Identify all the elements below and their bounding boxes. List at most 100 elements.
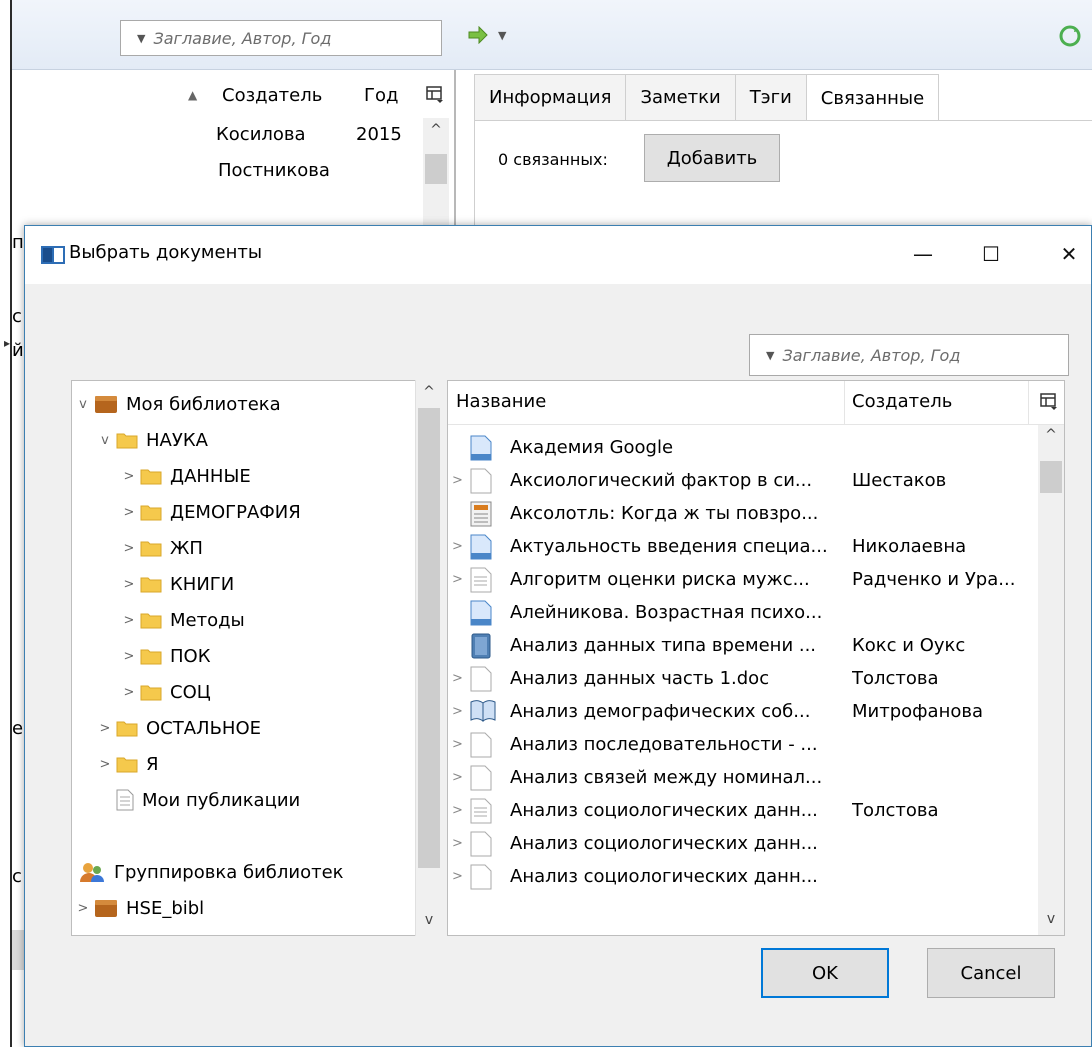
expand-toggle-icon[interactable]: > [452, 737, 464, 752]
expand-toggle-icon[interactable]: > [452, 803, 464, 818]
item-title: Анализ социологических данн... [510, 800, 818, 821]
add-related-button[interactable]: Добавить [644, 134, 780, 182]
document-icon [470, 765, 492, 791]
item-row[interactable]: > Анализ социологических данн... [448, 860, 1038, 893]
scroll-up-icon[interactable]: ^ [1038, 427, 1064, 443]
navigation-dropdown-icon[interactable]: ▼ [498, 29, 506, 42]
document-icon [470, 864, 492, 890]
dialog-search-placeholder: Заглавие, Автор, Год [782, 345, 961, 365]
expand-toggle-icon[interactable]: > [452, 836, 464, 851]
ok-button[interactable]: OK [761, 948, 889, 998]
folder-icon [140, 469, 162, 485]
pane-splitter[interactable] [454, 70, 456, 230]
tab-tags[interactable]: Тэги [734, 74, 807, 120]
main-items-scrollbar[interactable]: ^ [423, 118, 449, 228]
tree-item-label: HSE_bibl [126, 897, 205, 919]
column-header-year[interactable]: Год [364, 70, 398, 120]
scrollbar-thumb[interactable] [418, 408, 440, 868]
folder-icon [116, 433, 138, 449]
dialog-titlebar[interactable]: Выбрать документы — ☐ ✕ [25, 226, 1091, 284]
dialog-search-input[interactable]: ▼ Заглавие, Автор, Год [749, 334, 1069, 376]
expand-toggle-icon[interactable]: > [452, 473, 464, 488]
item-row[interactable]: > Аксиологический фактор в си... Шестако… [448, 464, 1038, 497]
tree-item-my-library[interactable]: v Моя библиотека [76, 389, 281, 419]
truncated-text-fragment: е [12, 718, 24, 739]
expand-toggle-icon[interactable]: > [122, 685, 136, 700]
scroll-up-icon[interactable]: ^ [423, 122, 449, 138]
tree-item-ya[interactable]: > Я [98, 749, 159, 779]
go-forward-icon[interactable] [468, 26, 488, 44]
expand-toggle-icon[interactable]: v [98, 433, 112, 448]
item-row[interactable]: > Анализ связей между номинал... [448, 761, 1038, 794]
maximize-icon[interactable]: ☐ [969, 234, 1013, 274]
column-picker-icon[interactable] [426, 86, 444, 104]
cancel-button[interactable]: Cancel [927, 948, 1055, 998]
column-divider[interactable] [844, 381, 845, 425]
item-title: Академия Google [510, 437, 674, 458]
expand-toggle-icon[interactable]: v [76, 397, 90, 412]
expand-toggle-icon[interactable]: > [452, 539, 464, 554]
tree-item-demografiya[interactable]: > ДЕМОГРАФИЯ [122, 497, 301, 527]
item-row[interactable]: Академия Google [448, 431, 1038, 464]
tab-info[interactable]: Информация [474, 74, 627, 120]
tree-item-knigi[interactable]: > КНИГИ [122, 569, 235, 599]
item-row[interactable]: Алейникова. Возрастная психо... [448, 596, 1038, 629]
column-picker-icon[interactable] [1040, 393, 1058, 411]
search-mode-dropdown-icon[interactable]: ▼ [137, 32, 145, 45]
expand-toggle-icon[interactable]: > [122, 505, 136, 520]
scroll-down-icon[interactable]: v [1038, 911, 1064, 927]
expand-toggle-icon[interactable]: > [452, 770, 464, 785]
expand-toggle-icon[interactable]: > [76, 901, 90, 916]
item-row[interactable]: > Анализ социологических данн... [448, 827, 1038, 860]
expand-toggle-icon[interactable]: > [122, 541, 136, 556]
item-row[interactable]: > Анализ последовательности - ... [448, 728, 1038, 761]
column-header-title[interactable]: Название [456, 391, 546, 412]
item-row[interactable]: > Анализ данных часть 1.doc Толстова [448, 662, 1038, 695]
scroll-up-icon[interactable]: ^ [416, 384, 442, 400]
expand-toggle-icon[interactable]: > [122, 649, 136, 664]
expand-toggle-icon[interactable]: > [122, 577, 136, 592]
expand-toggle-icon[interactable]: > [452, 671, 464, 686]
tree-item-zhp[interactable]: > ЖП [122, 533, 203, 563]
tree-item-pok[interactable]: > ПОК [122, 641, 211, 671]
item-row[interactable]: > Алгоритм оценки риска мужс... Радченко… [448, 563, 1038, 596]
scrollbar-thumb[interactable] [1040, 461, 1062, 493]
item-row[interactable]: > Актуальность введения специа... Никола… [448, 530, 1038, 563]
tree-item-label: Методы [170, 609, 245, 631]
minimize-icon[interactable]: — [901, 234, 945, 274]
tree-item-my-publications[interactable]: Мои публикации [116, 785, 300, 815]
column-divider[interactable] [1028, 381, 1029, 425]
close-icon[interactable]: ✕ [1047, 234, 1091, 274]
tree-item-sots[interactable]: > СОЦ [122, 677, 211, 707]
column-header-creator[interactable]: Создатель [852, 391, 952, 412]
sort-ascending-icon[interactable]: ▲ [188, 70, 197, 120]
scrollbar-thumb[interactable] [425, 154, 447, 184]
tab-related[interactable]: Связанные [805, 74, 940, 122]
expand-toggle-icon[interactable]: > [98, 757, 112, 772]
tree-item-metody[interactable]: > Методы [122, 605, 245, 635]
tree-item-dannye[interactable]: > ДАННЫЕ [122, 461, 251, 491]
tree-scrollbar[interactable]: ^ v [415, 380, 441, 936]
expand-toggle-icon[interactable]: > [98, 721, 112, 736]
item-row[interactable]: Анализ данных типа времени ... Кокс и Оу… [448, 629, 1038, 662]
tree-item-group-libraries[interactable]: Группировка библиотек [78, 857, 344, 887]
item-row[interactable]: > Анализ демографических соб... Митрофан… [448, 695, 1038, 728]
tree-item-nauka[interactable]: v НАУКА [98, 425, 208, 455]
expand-toggle-icon[interactable]: > [122, 469, 136, 484]
tree-item-hse-bibl[interactable]: > HSE_bibl [76, 893, 205, 923]
item-row[interactable]: Аксолотль: Когда ж ты повзро... [448, 497, 1038, 530]
expand-toggle-icon[interactable]: > [122, 613, 136, 628]
sync-icon[interactable] [1058, 24, 1082, 48]
search-mode-dropdown-icon[interactable]: ▼ [766, 349, 774, 362]
item-title: Анализ данных часть 1.doc [510, 668, 770, 689]
items-scrollbar[interactable]: ^ v [1038, 425, 1064, 935]
expand-toggle-icon[interactable]: > [452, 572, 464, 587]
item-row[interactable]: > Анализ социологических данн... Толстов… [448, 794, 1038, 827]
scroll-down-icon[interactable]: v [416, 912, 442, 928]
column-header-creator[interactable]: Создатель [222, 70, 322, 120]
tree-item-ostalnoe[interactable]: > ОСТАЛЬНОЕ [98, 713, 261, 743]
tab-notes[interactable]: Заметки [625, 74, 736, 120]
main-search-input[interactable]: ▼ Заглавие, Автор, Год [120, 20, 442, 56]
expand-toggle-icon[interactable]: > [452, 704, 464, 719]
expand-toggle-icon[interactable]: > [452, 869, 464, 884]
